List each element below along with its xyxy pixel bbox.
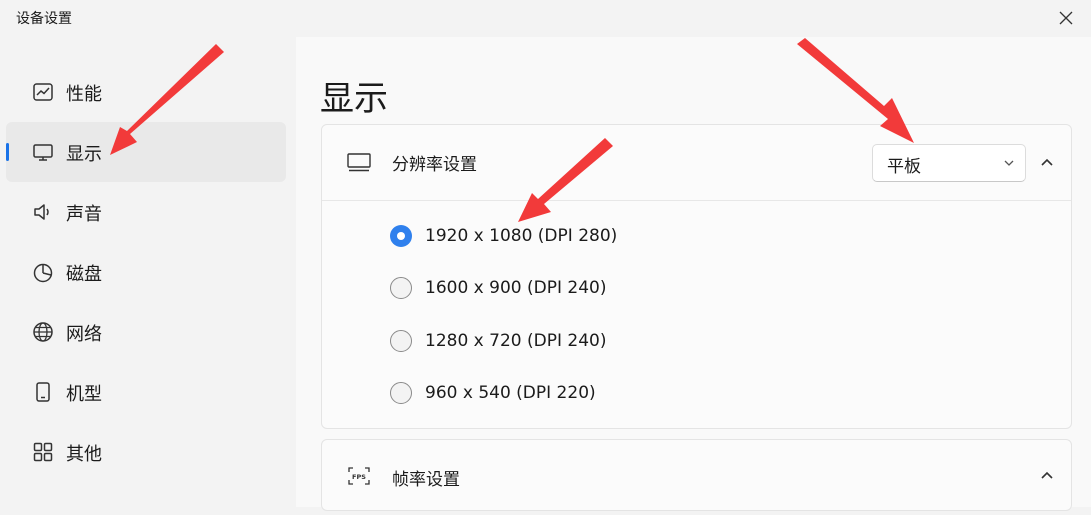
sidebar-item-display[interactable]: 显示 (6, 122, 286, 182)
globe-icon (33, 322, 53, 342)
resolution-option-1600[interactable]: 1600 x 900 (DPI 240) (390, 273, 606, 303)
sidebar-item-model[interactable]: 机型 (6, 362, 286, 422)
sidebar-item-disk[interactable]: 磁盘 (6, 242, 286, 302)
title-bar: 设备设置 (0, 0, 1091, 37)
main-content: 显示 分辨率设置 平板 1920 x 1080 (DPI 280) 1600 x… (296, 37, 1091, 511)
device-type-value: 平板 (887, 157, 921, 177)
chevron-up-icon (1041, 158, 1053, 166)
monitor-icon (347, 153, 371, 172)
sidebar-item-network[interactable]: 网络 (6, 302, 286, 362)
radio-button[interactable] (390, 225, 412, 247)
sidebar-item-other[interactable]: 其他 (6, 422, 286, 482)
page-title: 显示 (320, 79, 388, 119)
resolution-label: 分辨率设置 (392, 155, 477, 175)
fps-icon: FPS (348, 467, 370, 485)
sidebar: 性能 显示 声音 磁盘 网络 机型 其他 (0, 37, 296, 507)
grid-icon (33, 442, 53, 462)
sidebar-item-label: 机型 (66, 384, 102, 405)
fps-card: FPS 帧率设置 (321, 439, 1072, 511)
radio-button[interactable] (390, 277, 412, 299)
window-title: 设备设置 (16, 11, 72, 27)
chevron-down-icon (1004, 160, 1014, 166)
sidebar-item-sound[interactable]: 声音 (6, 182, 286, 242)
sidebar-item-label: 声音 (66, 204, 102, 225)
collapse-resolution-button[interactable] (1034, 149, 1060, 175)
chart-line-icon (33, 83, 53, 101)
resolution-option-1280[interactable]: 1280 x 720 (DPI 240) (390, 326, 606, 356)
device-type-select[interactable]: 平板 (872, 144, 1026, 182)
phone-icon (36, 382, 50, 402)
radio-label: 1600 x 900 (DPI 240) (425, 278, 607, 298)
sidebar-item-label: 网络 (66, 324, 102, 345)
sidebar-item-label: 显示 (66, 144, 102, 165)
fps-label: 帧率设置 (392, 470, 460, 490)
radio-label: 960 x 540 (DPI 220) (425, 383, 596, 403)
resolution-option-960[interactable]: 960 x 540 (DPI 220) (390, 378, 596, 408)
chevron-up-icon (1041, 471, 1053, 479)
radio-button[interactable] (390, 382, 412, 404)
selection-indicator (6, 143, 9, 161)
sidebar-item-label: 性能 (66, 84, 102, 105)
monitor-icon (33, 144, 53, 161)
radio-label: 1280 x 720 (DPI 240) (425, 331, 607, 351)
sidebar-item-performance[interactable]: 性能 (6, 62, 286, 122)
fps-header[interactable]: FPS 帧率设置 (322, 440, 1071, 515)
sidebar-item-label: 磁盘 (66, 264, 102, 285)
fps-icon-text: FPS (352, 473, 366, 481)
pie-chart-icon (33, 263, 53, 283)
radio-label: 1920 x 1080 (DPI 280) (425, 226, 618, 246)
radio-button[interactable] (390, 330, 412, 352)
resolution-header[interactable]: 分辨率设置 平板 (322, 125, 1071, 201)
sidebar-item-label: 其他 (66, 444, 102, 465)
close-icon (1059, 11, 1073, 25)
speaker-icon (34, 204, 49, 220)
collapse-fps-button[interactable] (1034, 462, 1060, 488)
close-button[interactable] (1048, 2, 1084, 34)
resolution-card: 分辨率设置 平板 1920 x 1080 (DPI 280) 1600 x 90… (321, 124, 1072, 429)
resolution-option-1920[interactable]: 1920 x 1080 (DPI 280) (390, 221, 617, 251)
